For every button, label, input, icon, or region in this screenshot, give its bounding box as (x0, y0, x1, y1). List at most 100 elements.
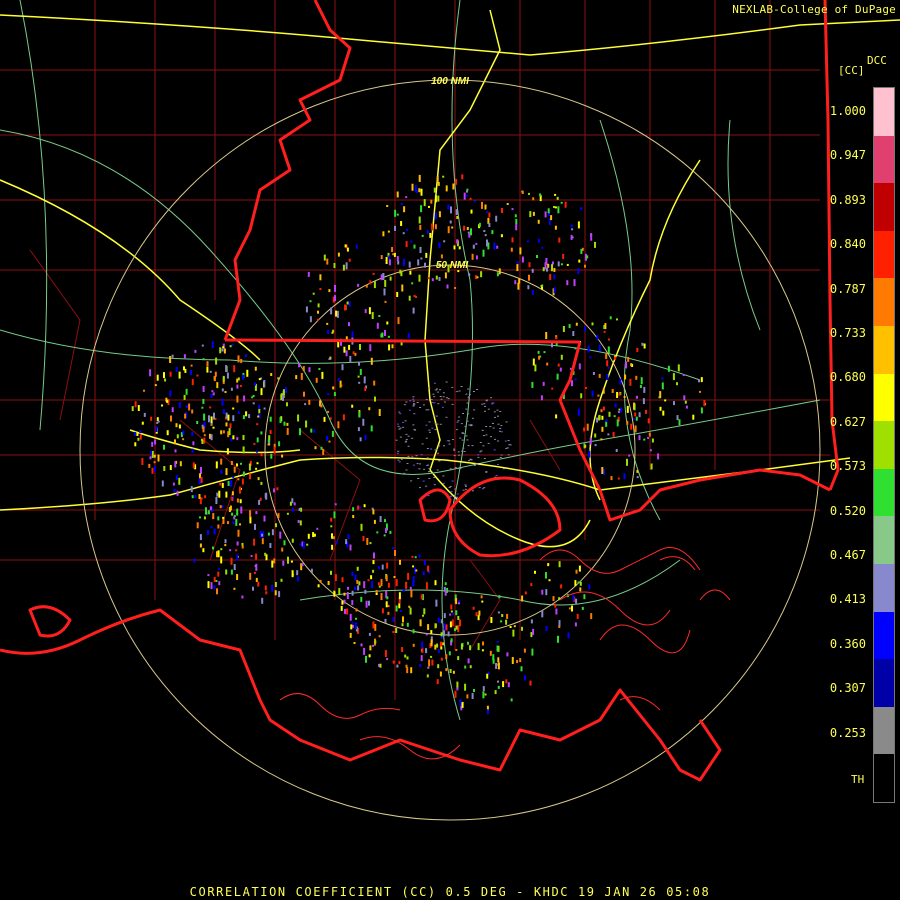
radar-gate (554, 603, 557, 608)
radar-gate (210, 416, 213, 424)
radar-gate (402, 616, 404, 623)
radar-gate (389, 530, 392, 534)
radar-gate (445, 654, 448, 660)
radar-gate (640, 377, 643, 385)
radar-gate (405, 581, 408, 589)
radar-gate (467, 445, 470, 447)
radar-gate (434, 212, 437, 220)
radar-gate (401, 284, 404, 292)
radar-gate (426, 230, 429, 235)
radar-gate (239, 385, 242, 387)
radar-gate (254, 523, 256, 530)
radar-gate (286, 402, 288, 407)
radar-gate (574, 622, 577, 627)
radar-gate (351, 331, 354, 339)
radar-gate (430, 639, 433, 647)
radar-gate (331, 331, 334, 334)
radar-gate (464, 683, 467, 691)
radar-gate (279, 531, 282, 539)
radar-gate (374, 640, 377, 644)
radar-gate (378, 635, 381, 638)
radar-gate (276, 487, 279, 491)
radar-gate (636, 476, 639, 479)
radar-gate (394, 550, 396, 556)
radar-gate (479, 451, 482, 453)
radar-gate (661, 377, 664, 380)
radar-gate (497, 611, 500, 614)
radar-gate (404, 441, 407, 443)
radar-gate (458, 454, 460, 456)
radar-gate (510, 247, 513, 252)
radar-gate (368, 307, 371, 315)
radar-gate (478, 610, 481, 616)
radar-gate (425, 582, 428, 590)
radar-gate (176, 434, 179, 439)
radar-gate (467, 413, 470, 415)
radar-gate (488, 223, 491, 227)
radar-gate (618, 392, 621, 396)
radar-gate (326, 258, 329, 265)
radar-gate (386, 596, 389, 600)
radar-gate (436, 391, 439, 393)
radar-gate (192, 441, 195, 446)
radar-gate (481, 429, 484, 431)
radar-gate (413, 244, 416, 249)
radar-gate (220, 469, 223, 474)
radar-gate (230, 387, 233, 391)
radar-gate (442, 642, 445, 646)
radar-gate (327, 581, 330, 585)
radar-gate (425, 252, 428, 258)
radar-gate (601, 426, 604, 432)
radar-gate (448, 651, 451, 656)
radar-gate (564, 201, 567, 208)
radar-gate (452, 670, 455, 674)
radar-gate (492, 654, 495, 661)
radar-gate (477, 454, 480, 456)
radar-gate (255, 511, 258, 515)
radar-gate (252, 586, 254, 591)
radar-gate (468, 396, 470, 397)
radar-gate (314, 446, 317, 450)
radar-gate (367, 579, 370, 582)
radar-gate (418, 468, 421, 470)
radar-gate (497, 680, 499, 683)
radar-gate (475, 612, 478, 617)
radar-gate (255, 467, 258, 470)
radar-gate (462, 489, 465, 491)
radar-gate (584, 444, 587, 448)
radar-gate (473, 391, 475, 392)
radar-gate (277, 377, 280, 380)
radar-gate (368, 654, 371, 658)
radar-gate (274, 590, 277, 596)
radar-gate (490, 617, 493, 623)
radar-gate (461, 450, 464, 452)
radar-gate (431, 401, 434, 403)
radar-gate (381, 332, 384, 338)
radar-gate (602, 388, 605, 394)
radar-gate (275, 523, 277, 528)
radar-gate (483, 230, 486, 232)
radar-gate (428, 205, 430, 208)
radar-gate (579, 581, 582, 586)
radar-gate (372, 272, 375, 275)
radar-gate (344, 244, 347, 248)
radar-gate (328, 289, 331, 293)
radar-gate (506, 652, 509, 657)
radar-gate (319, 288, 322, 290)
radar-gate (317, 584, 320, 588)
radar-gate (601, 415, 604, 420)
radar-gate (401, 647, 404, 652)
radar-gate (139, 430, 142, 434)
radar-gate (420, 257, 423, 260)
radar-gate (217, 567, 220, 570)
radar-gate (502, 468, 505, 470)
radar-gate (558, 620, 561, 627)
radar-gate (358, 411, 361, 418)
radar-gate (434, 224, 437, 230)
radar-gate (254, 382, 256, 386)
radar-gate (202, 398, 205, 404)
radar-gate (265, 492, 268, 500)
radar-gate (435, 599, 438, 607)
radar-gate (678, 419, 681, 426)
radar-gate (676, 415, 679, 421)
